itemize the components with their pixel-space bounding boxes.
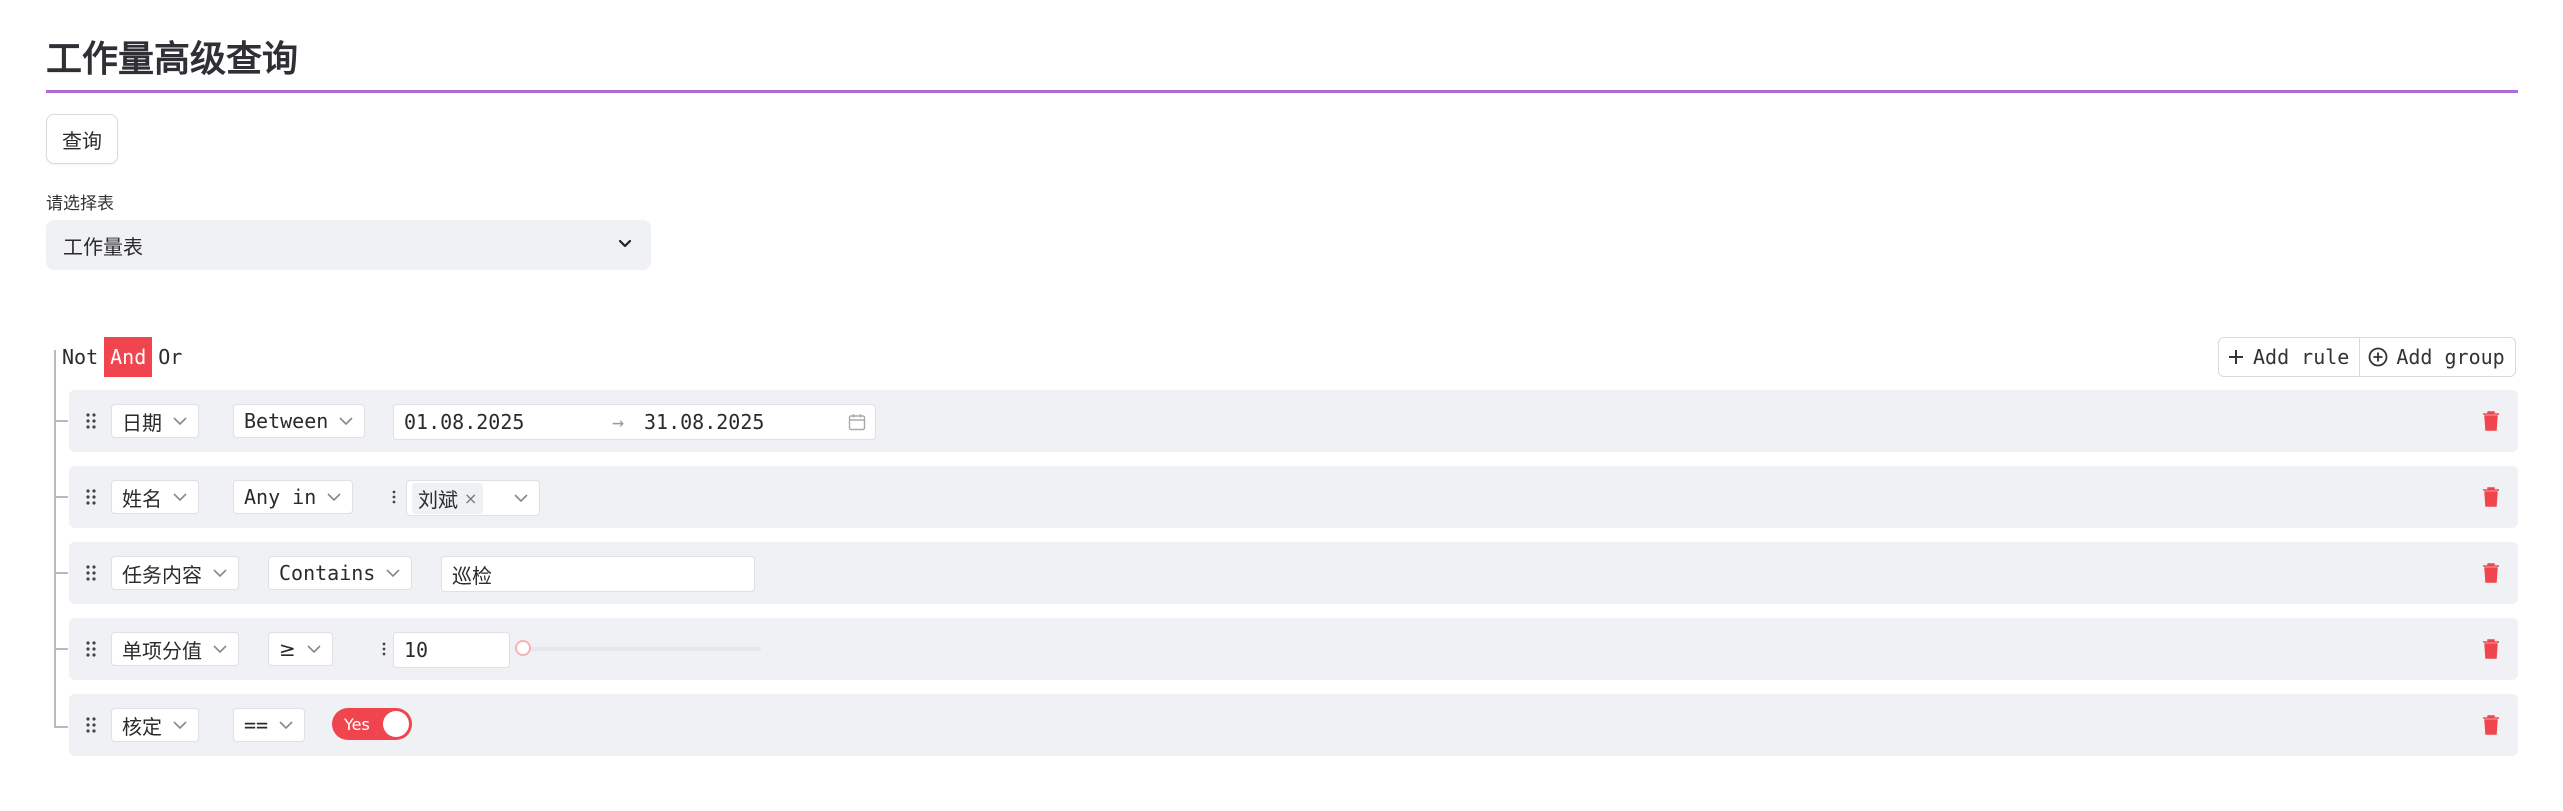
date-range-picker[interactable]: 01.08.2025 → 31.08.2025	[393, 404, 876, 440]
tree-stub	[54, 496, 68, 498]
rule-row-date: 日期 Between 01.08.2025 → 31.08.2025	[69, 390, 2518, 452]
drag-handle-icon[interactable]	[85, 716, 97, 734]
operator-select[interactable]: ≥	[268, 632, 333, 666]
number-value-input[interactable]: 10	[393, 632, 510, 668]
field-select[interactable]: 任务内容	[111, 556, 239, 590]
chevron-down-icon	[514, 494, 528, 503]
chevron-down-icon	[173, 417, 187, 426]
calendar-icon	[848, 414, 866, 431]
query-button[interactable]: 查询	[46, 114, 118, 164]
tree-stub	[54, 572, 68, 574]
date-range-end: 31.08.2025	[644, 410, 765, 434]
plus-circle-icon	[2368, 347, 2388, 367]
chevron-down-icon	[173, 493, 187, 502]
combinator-and[interactable]: And	[104, 337, 153, 377]
field-select-value: 单项分值	[122, 638, 202, 663]
range-arrow-icon: →	[612, 410, 625, 434]
drag-handle-icon[interactable]	[85, 412, 97, 430]
rule-actions: Add rule Add group	[2218, 337, 2516, 377]
add-rule-button[interactable]: Add rule	[2219, 338, 2359, 376]
chevron-down-icon	[213, 569, 227, 578]
page-title: 工作量高级查询	[46, 39, 299, 80]
tree-stub	[54, 420, 68, 422]
add-rule-label: Add rule	[2253, 345, 2350, 369]
add-group-button[interactable]: Add group	[2359, 338, 2514, 376]
field-select-value: 姓名	[122, 486, 162, 511]
field-select-value: 核定	[122, 714, 162, 739]
close-icon[interactable]: ×	[464, 489, 477, 508]
value-source-menu-icon[interactable]	[392, 488, 396, 506]
chevron-down-icon	[213, 645, 227, 654]
trash-icon[interactable]	[2482, 563, 2500, 583]
date-range-start: 01.08.2025	[404, 410, 525, 434]
combinator-group: Not And Or	[56, 337, 188, 377]
toggle-knob	[383, 711, 409, 737]
chevron-down-icon	[339, 417, 353, 426]
operator-select-value: Contains	[279, 561, 376, 585]
table-select[interactable]: 工作量表	[46, 220, 651, 270]
tree-stub	[54, 648, 68, 650]
trash-icon[interactable]	[2482, 411, 2500, 431]
plus-icon	[2229, 350, 2243, 364]
operator-select-value: Between	[244, 409, 329, 433]
operator-select[interactable]: ==	[233, 708, 306, 742]
trash-icon[interactable]	[2482, 639, 2500, 659]
field-select[interactable]: 单项分值	[111, 632, 239, 666]
drag-handle-icon[interactable]	[85, 488, 97, 506]
chevron-down-icon	[307, 645, 321, 654]
tree-stub	[54, 726, 68, 728]
table-select-label: 请选择表	[46, 194, 114, 214]
selected-tag-label: 刘斌	[418, 487, 458, 512]
field-select-value: 任务内容	[122, 562, 202, 587]
operator-select-value: ≥	[279, 637, 296, 661]
selected-tag: 刘斌 ×	[412, 482, 484, 514]
operator-select[interactable]: Any in	[233, 480, 354, 514]
tree-connector	[54, 350, 56, 728]
rule-row-name: 姓名 Any in 刘斌 ×	[69, 466, 2518, 528]
trash-icon[interactable]	[2482, 487, 2500, 507]
chevron-down-icon	[279, 721, 293, 730]
field-select[interactable]: 核定	[111, 708, 199, 742]
approved-toggle[interactable]: Yes	[332, 708, 412, 740]
text-value-input[interactable]: 巡检	[441, 556, 755, 592]
field-select[interactable]: 姓名	[111, 480, 199, 514]
operator-select-value: Any in	[244, 485, 317, 509]
add-group-label: Add group	[2396, 345, 2505, 369]
chevron-down-icon	[173, 721, 187, 730]
trash-icon[interactable]	[2482, 715, 2500, 735]
title-divider	[46, 90, 2518, 93]
operator-select-value: ==	[244, 713, 269, 737]
value-source-menu-icon[interactable]	[382, 640, 386, 658]
drag-handle-icon[interactable]	[85, 640, 97, 658]
drag-handle-icon[interactable]	[85, 564, 97, 582]
multi-select[interactable]: 刘斌 ×	[406, 480, 540, 516]
combinator-not[interactable]: Not	[56, 337, 104, 377]
field-select-value: 日期	[122, 410, 162, 435]
rule-row-task: 任务内容 Contains 巡检	[69, 542, 2518, 604]
table-select-value: 工作量表	[63, 234, 143, 259]
chevron-down-icon	[386, 569, 400, 578]
combinator-or[interactable]: Or	[152, 337, 188, 377]
value-slider-thumb[interactable]	[515, 640, 531, 656]
rule-row-score: 单项分值 ≥ 10	[69, 618, 2518, 680]
field-select[interactable]: 日期	[111, 404, 199, 438]
toggle-label: Yes	[344, 714, 370, 734]
operator-select[interactable]: Between	[233, 404, 366, 438]
rule-row-approved: 核定 == Yes	[69, 694, 2518, 756]
operator-select[interactable]: Contains	[268, 556, 413, 590]
chevron-down-icon	[618, 239, 632, 248]
value-slider-track[interactable]	[528, 647, 761, 651]
chevron-down-icon	[327, 493, 341, 502]
